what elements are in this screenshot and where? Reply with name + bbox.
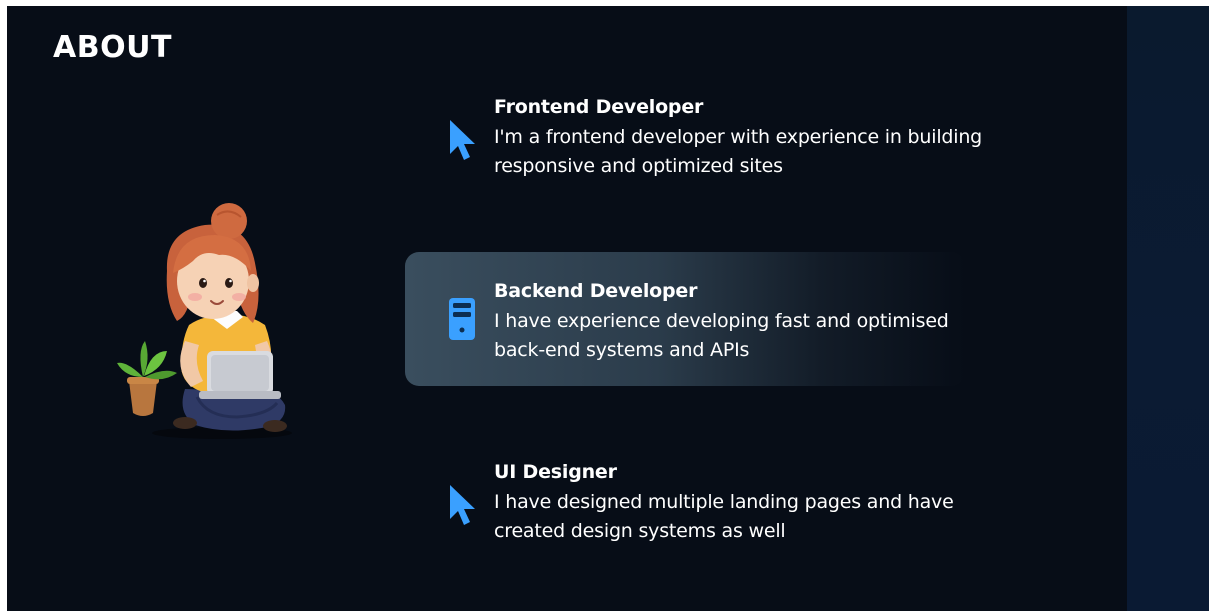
card-frontend-developer[interactable]: Frontend Developer I'm a frontend develo… bbox=[405, 76, 982, 210]
card-description: I have experience developing fast and op… bbox=[494, 307, 1054, 365]
cursor-icon bbox=[450, 120, 475, 160]
card-description-line: back-end systems and APIs bbox=[494, 339, 750, 361]
card-backend-developer[interactable]: Backend Developer I have experience deve… bbox=[405, 252, 965, 386]
card-description-line: created design systems as well bbox=[494, 520, 786, 542]
card-description-line: I have experience developing fast and op… bbox=[494, 310, 949, 332]
card-title: Frontend Developer bbox=[494, 96, 704, 118]
card-description: I have designed multiple landing pages a… bbox=[494, 488, 1054, 546]
girl-with-laptop-illustration bbox=[117, 203, 292, 439]
about-section: ABOUT Frontend Developer I'm a frontend … bbox=[7, 6, 1209, 611]
card-title: Backend Developer bbox=[494, 280, 698, 302]
right-edge-panel bbox=[1127, 6, 1209, 611]
card-title: UI Designer bbox=[494, 461, 617, 483]
card-description-line: I have designed multiple landing pages a… bbox=[494, 491, 954, 513]
server-icon bbox=[449, 298, 475, 340]
card-description-line: responsive and optimized sites bbox=[494, 155, 783, 177]
card-description: I'm a frontend developer with experience… bbox=[494, 123, 1054, 181]
page-title: ABOUT bbox=[53, 30, 172, 65]
card-ui-designer[interactable]: UI Designer I have designed multiple lan… bbox=[405, 441, 965, 575]
card-description-line: I'm a frontend developer with experience… bbox=[494, 126, 983, 148]
cursor-icon bbox=[450, 485, 475, 525]
